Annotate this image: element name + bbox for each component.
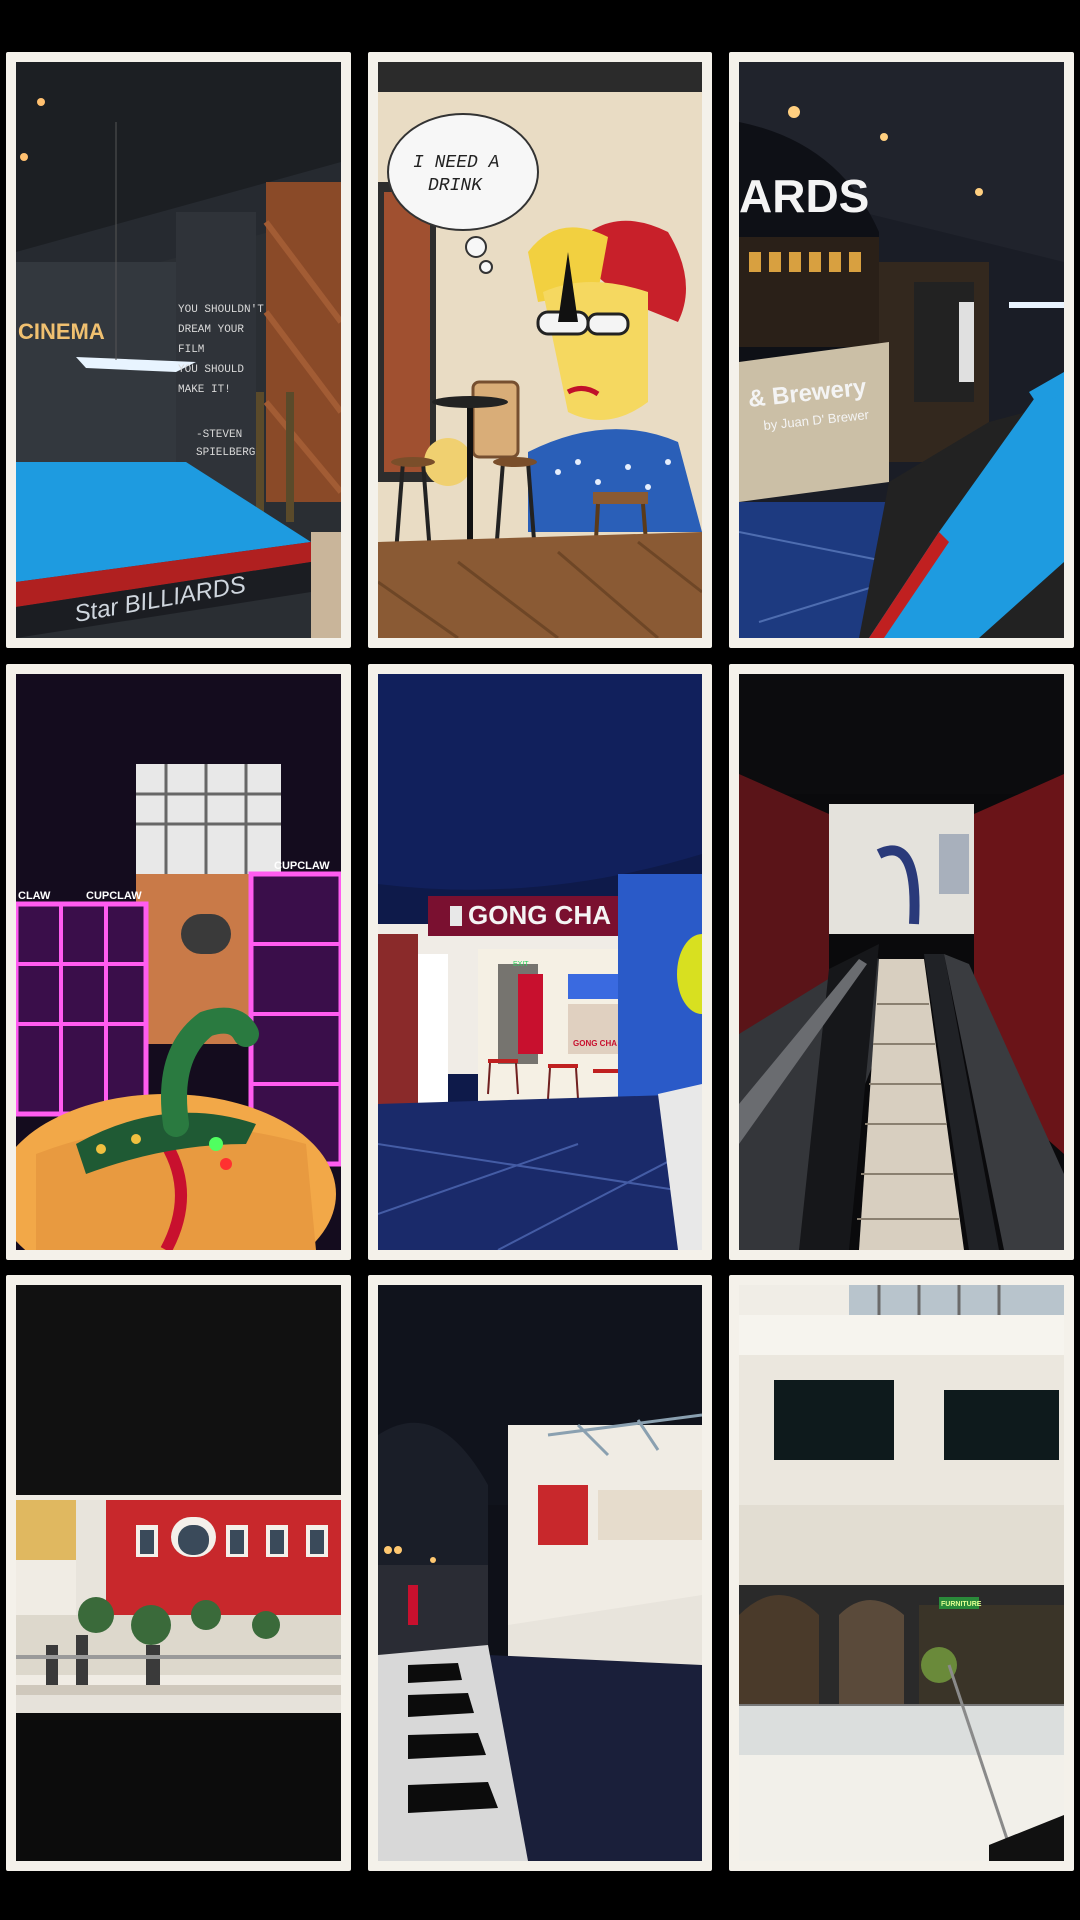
- quote-line-4: YOU SHOULD: [178, 364, 244, 376]
- speech-line-2: DRINK: [428, 176, 483, 196]
- claw-sign-right: CUPCLAW: [274, 860, 330, 872]
- photo-white-atrium: FURNITURE: [729, 1275, 1074, 1871]
- cinema-sign: CINEMA: [18, 319, 105, 344]
- exit-sign: EXIT: [513, 961, 529, 968]
- photo-collage: CINEMA YOU SHOULDN'T DREAM YOUR FILM YOU…: [0, 0, 1080, 1920]
- counter-sign: GONG CHA: [573, 1039, 617, 1048]
- quote-line-5: MAKE IT!: [178, 384, 231, 396]
- photo-dark-corridor: [368, 1275, 712, 1871]
- photo-escalator: [729, 664, 1074, 1260]
- photo-popart-mural: I NEED A DRINK: [368, 52, 712, 648]
- photo-claw-machine-arcade: CLAW CUPCLAW CUPCLAW: [6, 664, 351, 1260]
- photo-gong-cha-store: GONG CHA EXIT GONG CHA: [368, 664, 712, 1260]
- quote-author-1: -STEVEN: [196, 429, 242, 441]
- photo-atrium-red-facade: [6, 1275, 351, 1871]
- speech-line-1: I NEED A: [413, 153, 499, 173]
- quote-line-1: YOU SHOULDN'T: [178, 304, 264, 316]
- photo-billiards-cinema: CINEMA YOU SHOULDN'T DREAM YOUR FILM YOU…: [6, 52, 351, 648]
- billiards-sign: ARDS: [739, 170, 869, 222]
- photo-billiards-brewery: ARDS & Brewery by Juan D' Brewer: [729, 52, 1074, 648]
- furniture-sign: FURNITURE: [941, 1601, 982, 1608]
- claw-sign-mid: CUPCLAW: [86, 890, 142, 902]
- claw-sign-left: CLAW: [18, 890, 51, 902]
- quote-author-2: SPIELBERG: [196, 447, 255, 459]
- gong-cha-sign: GONG CHA: [468, 900, 611, 930]
- quote-line-2: DREAM YOUR: [178, 324, 244, 336]
- quote-line-3: FILM: [178, 344, 204, 356]
